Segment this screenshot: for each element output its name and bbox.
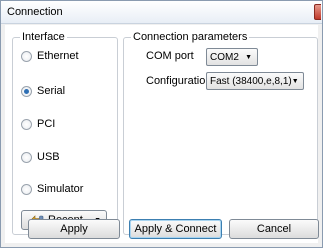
radio-pci[interactable]: PCI: [21, 116, 55, 132]
radio-simulator-button[interactable]: [21, 183, 32, 195]
window-title: Connection: [7, 6, 63, 18]
cancel-button[interactable]: Cancel: [229, 219, 319, 239]
radio-serial-label: Serial: [37, 85, 66, 97]
apply-connect-button[interactable]: Apply & Connect: [129, 219, 222, 239]
configuration-value: Fast (38400,e,8,1): [210, 75, 292, 87]
radio-simulator[interactable]: Simulator: [21, 181, 83, 197]
connection-dialog: Connection Interface Ethernet Serial PCI…: [0, 0, 323, 248]
close-icon[interactable]: [314, 4, 321, 20]
title-bar: Connection: [1, 1, 322, 24]
interface-group: Interface Ethernet Serial PCI USB Simula…: [12, 31, 118, 235]
radio-ethernet-label: Ethernet: [37, 50, 79, 62]
radio-usb-label: USB: [37, 151, 60, 163]
com-port-select[interactable]: COM2 ▼: [206, 48, 258, 66]
connection-parameters-legend: Connection parameters: [131, 31, 250, 43]
chevron-down-icon: ▼: [291, 77, 299, 85]
radio-pci-button[interactable]: [21, 118, 32, 130]
radio-ethernet-button[interactable]: [21, 50, 32, 62]
configuration-select[interactable]: Fast (38400,e,8,1) ▼: [206, 72, 304, 90]
radio-usb[interactable]: USB: [21, 149, 60, 165]
radio-serial[interactable]: Serial: [21, 83, 65, 99]
radio-usb-button[interactable]: [21, 151, 32, 163]
dialog-body: Interface Ethernet Serial PCI USB Simula…: [5, 25, 318, 243]
apply-button[interactable]: Apply: [28, 219, 120, 239]
com-port-label: COM port: [146, 50, 194, 62]
radio-simulator-label: Simulator: [37, 183, 84, 195]
connection-parameters-group: Connection parameters COM port COM2 ▼ Co…: [123, 31, 318, 235]
chevron-down-icon: ▼: [245, 53, 252, 61]
radio-ethernet[interactable]: Ethernet: [21, 48, 79, 64]
radio-serial-button[interactable]: [21, 85, 32, 97]
configuration-label: Configuration: [146, 75, 212, 87]
com-port-value: COM2: [210, 51, 239, 63]
interface-legend: Interface: [20, 31, 67, 43]
radio-pci-label: PCI: [37, 118, 56, 130]
